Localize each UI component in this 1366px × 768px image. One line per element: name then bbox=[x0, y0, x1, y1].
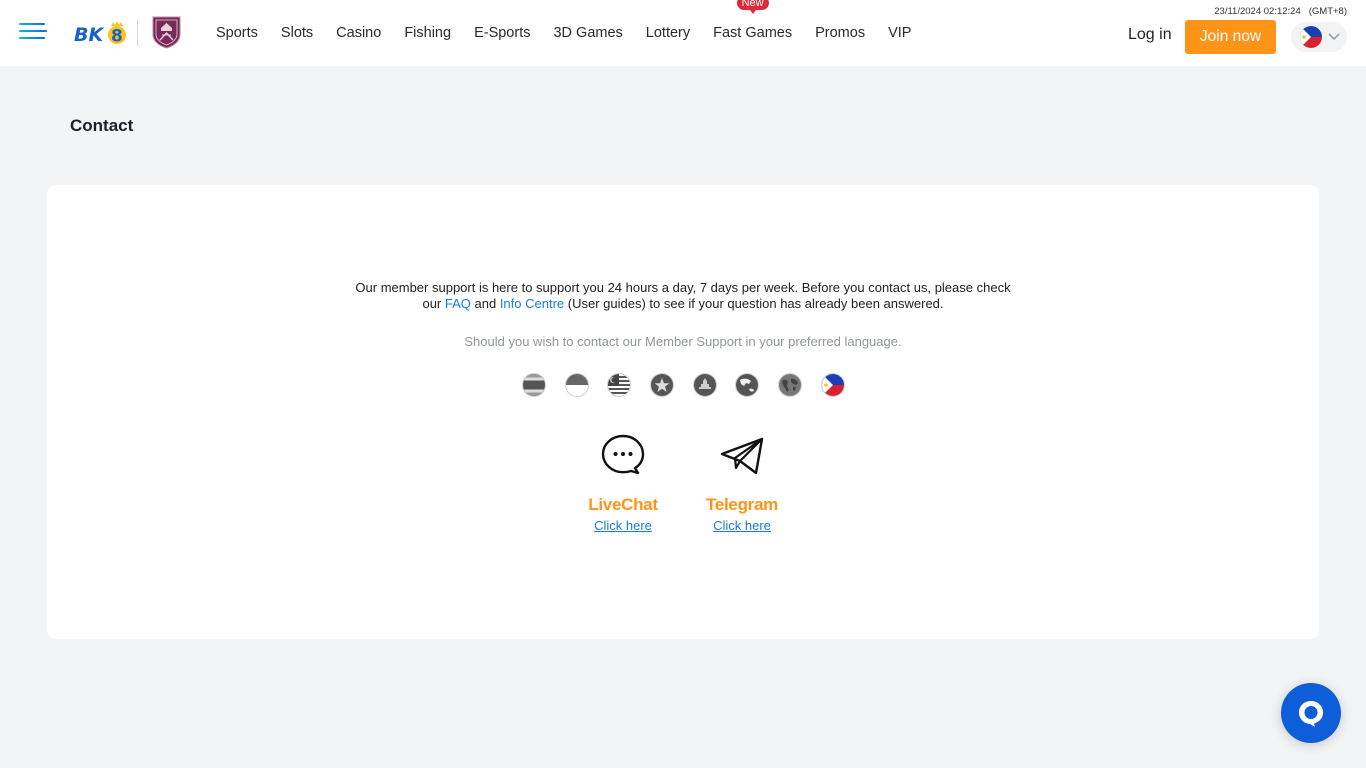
info-centre-link[interactable]: Info Centre bbox=[500, 296, 564, 311]
philippines-flag-icon bbox=[1300, 26, 1322, 48]
livechat-icon bbox=[1299, 701, 1323, 727]
top-header: BK 8 Sports Slots Casino Fishing E-Sport… bbox=[0, 0, 1366, 66]
flag-cambodia[interactable] bbox=[692, 373, 717, 397]
timezone-label: (GMT+8) bbox=[1308, 6, 1347, 17]
nav-item-sports[interactable]: Sports bbox=[216, 25, 258, 41]
intro-line-2: our FAQ and Info Centre (User guides) to… bbox=[422, 295, 944, 311]
flag-asia[interactable] bbox=[735, 373, 760, 397]
nav-item-lottery[interactable]: Lottery bbox=[646, 25, 690, 41]
datetime-value: 23/11/2024 02:12:24 bbox=[1214, 6, 1301, 17]
contact-card: Our member support is here to support yo… bbox=[47, 185, 1319, 639]
join-now-button[interactable]: Join now bbox=[1185, 20, 1276, 54]
philippines-flag-icon bbox=[821, 374, 844, 396]
nav-item-promos[interactable]: Promos bbox=[815, 25, 865, 41]
language-flags bbox=[522, 373, 864, 397]
nav-item-slots[interactable]: Slots bbox=[281, 25, 313, 41]
support-intro: Our member support is here to support yo… bbox=[47, 280, 1319, 311]
flag-philippines[interactable] bbox=[820, 373, 845, 397]
menu-line bbox=[19, 30, 47, 32]
livechat-label: LiveChat bbox=[588, 495, 658, 514]
menu-line bbox=[19, 23, 45, 25]
language-selector[interactable] bbox=[1291, 22, 1347, 52]
channel-telegram: Telegram Click here bbox=[699, 433, 785, 535]
floating-livechat-button[interactable] bbox=[1281, 683, 1341, 743]
nav-item-vip[interactable]: VIP bbox=[888, 25, 911, 41]
contact-channels: LiveChat Click here Telegram Click here bbox=[580, 433, 818, 535]
login-button[interactable]: Log in bbox=[1128, 26, 1172, 44]
malaysia-flag-icon bbox=[608, 374, 631, 396]
nav-item-fishing[interactable]: Fishing bbox=[404, 25, 451, 41]
faq-link[interactable]: FAQ bbox=[445, 296, 471, 311]
bk8-logo[interactable]: BK 8 bbox=[73, 18, 129, 48]
svg-text:BK: BK bbox=[74, 24, 104, 46]
nav-item-casino[interactable]: Casino bbox=[336, 25, 381, 41]
thailand-flag-icon bbox=[523, 374, 545, 396]
new-badge: New bbox=[736, 0, 769, 14]
intro-line-1: Our member support is here to support yo… bbox=[355, 280, 1011, 295]
chevron-down-icon bbox=[1328, 33, 1340, 41]
nav-item-3d-games[interactable]: 3D Games bbox=[553, 25, 622, 41]
asia-globe-icon bbox=[736, 374, 759, 396]
hamburger-menu-button[interactable] bbox=[19, 22, 47, 42]
chat-bubble-icon[interactable] bbox=[600, 433, 646, 479]
world-globe-icon bbox=[779, 374, 802, 396]
club-crest-logo[interactable] bbox=[152, 16, 181, 49]
nav-item-fast-games[interactable]: New Fast Games bbox=[713, 0, 792, 41]
flag-indonesia[interactable] bbox=[564, 373, 589, 397]
livechat-click-here-link[interactable]: Click here bbox=[594, 518, 652, 533]
flag-thailand[interactable] bbox=[522, 373, 546, 397]
logo-divider bbox=[137, 20, 138, 46]
channel-livechat: LiveChat Click here bbox=[580, 433, 666, 535]
svg-text:8: 8 bbox=[111, 27, 123, 47]
telegram-click-here-link[interactable]: Click here bbox=[713, 518, 771, 533]
server-datetime: 23/11/2024 02:12:24 (GMT+8) bbox=[1214, 6, 1347, 17]
language-note: Should you wish to contact our Member Su… bbox=[464, 334, 902, 349]
indonesia-flag-icon bbox=[565, 374, 588, 396]
menu-line bbox=[19, 37, 45, 39]
telegram-label: Telegram bbox=[706, 495, 778, 514]
flag-vietnam[interactable] bbox=[650, 373, 675, 397]
nav-item-esports[interactable]: E-Sports bbox=[474, 25, 530, 41]
vietnam-flag-icon bbox=[651, 374, 674, 396]
page-title: Contact bbox=[70, 116, 134, 135]
paper-plane-icon[interactable] bbox=[719, 433, 765, 479]
flag-world[interactable] bbox=[778, 373, 803, 397]
flag-malaysia[interactable] bbox=[607, 373, 632, 397]
main-nav: Sports Slots Casino Fishing E-Sports 3D … bbox=[216, 0, 934, 66]
cambodia-flag-icon bbox=[693, 374, 716, 396]
